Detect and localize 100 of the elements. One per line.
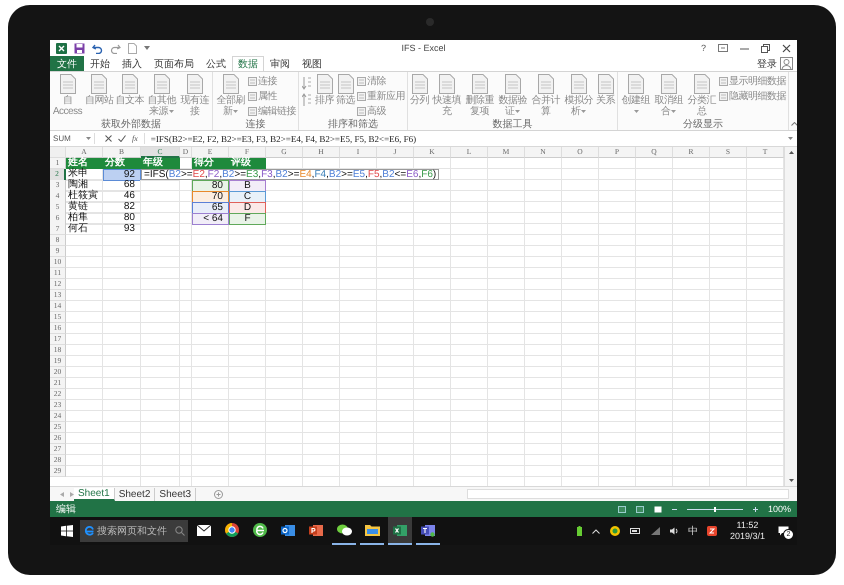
zigzag-tile-icon[interactable] [706,526,717,536]
ribbon-small-button[interactable]: 高级 [356,104,406,118]
ribbon-button[interactable]: 分类汇总 [685,73,718,117]
ribbon-button[interactable]: 快速填充 [430,73,463,117]
ribbon-button[interactable]: 删除重复项 [463,73,496,117]
redo-icon[interactable] [110,42,121,54]
scroll-down-icon[interactable] [788,479,794,482]
ribbon-button[interactable]: 数据验证 [496,73,529,117]
collapse-caret-icon[interactable] [791,122,797,126]
ring-dot-icon[interactable] [610,526,620,536]
undo-icon[interactable] [92,42,103,54]
battery-icon[interactable] [630,528,641,534]
ribbon-display-icon[interactable] [718,44,728,52]
document-icon [60,74,76,94]
table-cell: 80 [103,213,141,225]
ribbon-small-button[interactable]: 显示明细数据 [718,74,787,88]
document-icon [472,74,488,94]
check-icon[interactable] [118,135,126,142]
ribbon-button[interactable]: 关系 [595,73,616,106]
zoom-level[interactable]: 100% [768,504,791,514]
cancel-icon[interactable] [105,135,112,142]
list-icon [719,76,728,86]
ribbon-button[interactable]: 合并计算 [529,73,562,117]
sheet-tab[interactable]: Sheet1 [74,488,115,500]
table-header-cell: 年级 [141,158,180,169]
ribbon-button[interactable]: 自 Access [51,73,84,117]
ribbon-button[interactable]: 模拟分析 [562,73,595,117]
document-icon [222,74,238,94]
document-icon [91,74,108,94]
table-header-cell: 姓名 [66,158,103,169]
sort-descending-icon[interactable] [302,93,312,107]
add-sheet-icon[interactable] [214,490,224,498]
document-icon [538,74,554,94]
page-break-icon[interactable] [654,506,662,512]
file-tab[interactable]: 文件 [50,56,84,71]
table-header-cell: 评级 [229,158,266,169]
formula-input[interactable]: =IFS(B2>=E2, F2, B2>=E3, F3, B2>=E4, F4, B2>=E5, F5, B2<=E6, F6) [144,134,788,144]
caret-icon [233,110,238,113]
caret-icon [169,110,174,113]
avatar-icon[interactable] [780,57,793,70]
ribbon-small-button[interactable]: 重新应用 [356,89,406,103]
cross-tile-icon [393,524,407,536]
insert-function-button[interactable]: fx [132,134,138,143]
status-mode: 编辑 [56,502,76,516]
zoom-in-icon[interactable] [752,506,758,512]
ribbon-button[interactable]: 创建组 [619,73,652,117]
scroll-up-icon[interactable] [788,151,794,154]
ribbon-button[interactable]: 自网站 [84,73,114,106]
ring-tile-icon [281,524,295,536]
ribbon-button[interactable]: 全部刷新 [214,73,247,117]
cell-formula-text[interactable]: =IFS(B2>=E2,F2,B2>=E3,F3,B2>=E4,F4,B2>=E5,F5,B2<=E6,F6) [141,169,440,180]
clock-date[interactable]: 2019/3/1 [730,531,765,542]
ribbon-small-button[interactable]: 清除 [356,74,406,88]
expand-caret-icon[interactable] [788,137,793,140]
ribbon-small-button[interactable]: 编辑链接 [247,104,297,118]
name-box[interactable]: SUM [50,133,95,144]
search-field[interactable]: 搜索网页和文件 [80,520,188,542]
caret-icon[interactable] [144,46,150,50]
vertical-scrollbar[interactable] [784,147,797,486]
sign-in-link[interactable]: 登录 [757,56,777,70]
list-icon [248,76,257,86]
round-multicolor-icon [225,523,239,537]
ribbon-small-button[interactable]: 隐藏明细数据 [718,89,787,103]
document-icon [122,74,138,94]
ribbon-button[interactable]: 筛选 [335,73,356,106]
ribbon-tab[interactable]: 数据 [232,56,264,71]
ribbon-group-label: 连接 [244,119,266,130]
clock-time[interactable]: 11:52 [736,520,758,531]
ribbon-small-button[interactable]: 连接 [247,74,297,88]
battery-charging-icon[interactable] [576,526,582,536]
page-layout-icon[interactable] [636,506,644,512]
zoom-out-icon[interactable] [672,506,677,512]
speaker-icon[interactable] [670,527,679,535]
caret-icon [634,110,638,113]
document-icon [598,74,614,94]
restore-icon[interactable] [761,44,770,52]
sort-ascending-icon[interactable] [302,76,312,90]
chevron-up-icon[interactable] [592,528,600,534]
caret-icon [86,137,91,140]
ribbon-button[interactable]: 排序 [314,73,335,106]
normal-view-icon[interactable] [618,506,626,512]
ribbon-button[interactable]: 自其他来源 [145,73,178,117]
zoom-slider-thumb[interactable] [714,506,716,512]
document-icon [338,74,354,94]
spreadsheet-logo-icon [56,42,67,54]
windows-logo-icon[interactable] [61,525,73,537]
horizontal-scrollbar[interactable] [467,489,789,499]
close-icon[interactable] [782,44,791,52]
ribbon-button[interactable]: 现有连接 [178,73,211,117]
ribbon-button[interactable]: 自文本 [114,73,145,106]
input-method-indicator[interactable]: 中 [688,524,698,538]
help-button[interactable]: ? [700,43,706,53]
ribbon-button[interactable]: 分列 [409,73,430,106]
save-icon[interactable] [74,42,85,54]
ribbon-small-button[interactable]: 属性 [247,89,297,103]
caret-icon [515,110,520,113]
table-cell: 80 [192,180,229,192]
signal-icon[interactable] [650,527,660,535]
document-icon [412,74,428,94]
ribbon-button[interactable]: 取消组合 [652,73,685,117]
